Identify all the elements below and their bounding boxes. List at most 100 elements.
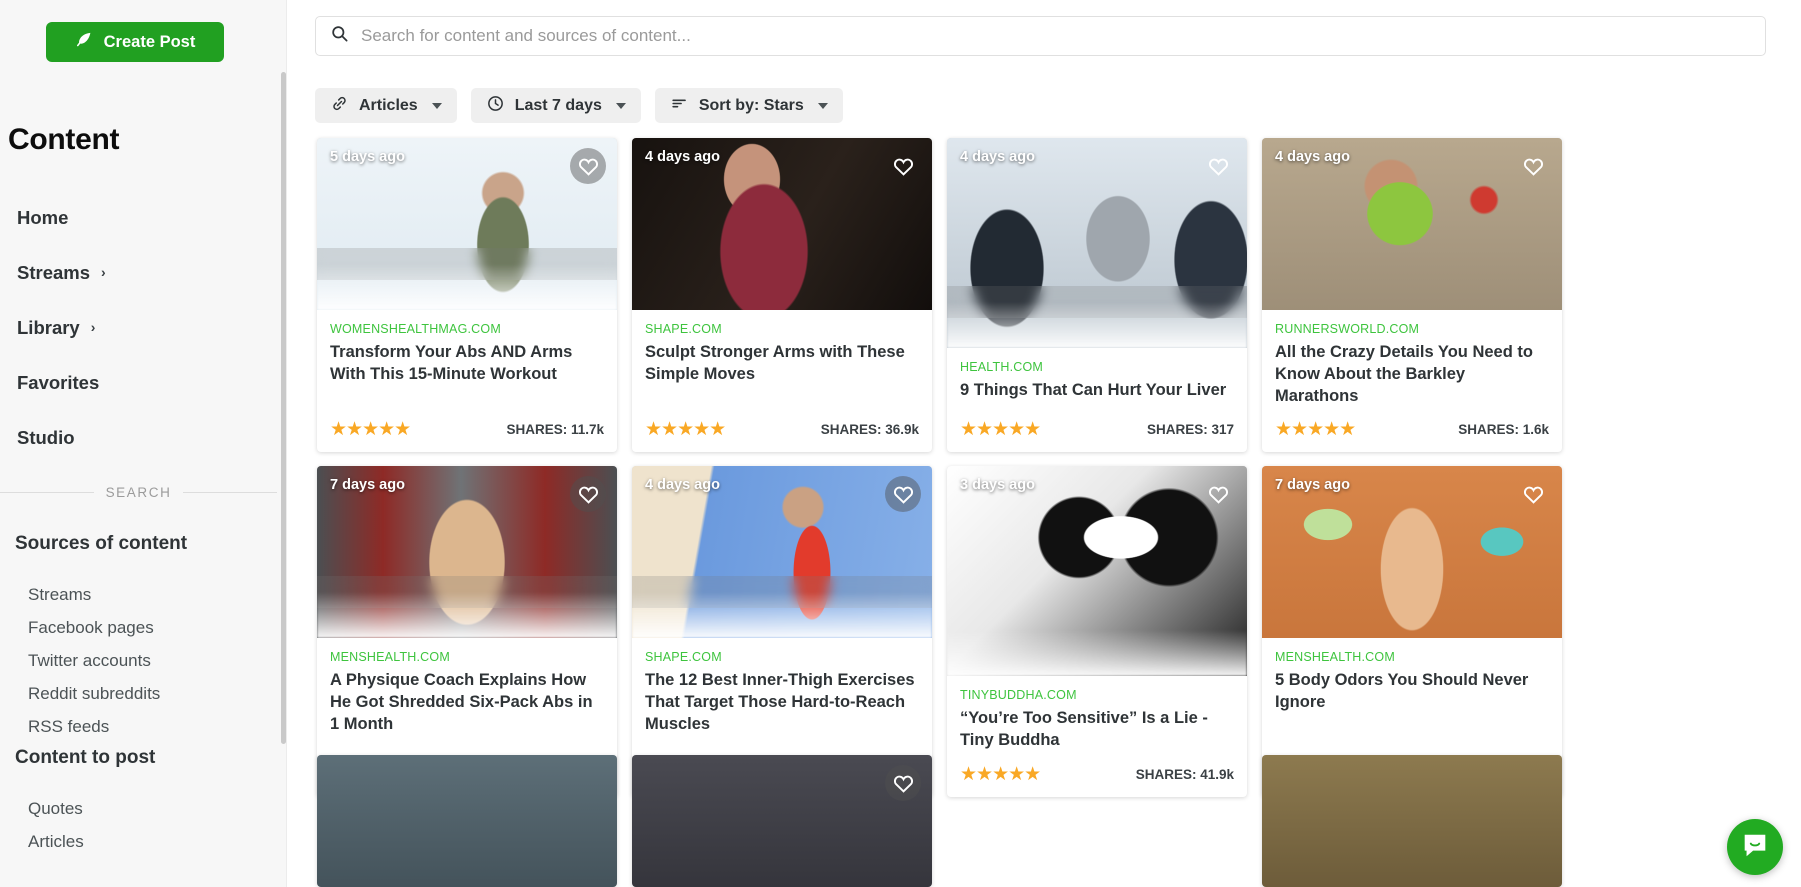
card-thumbnail: 4 days ago — [947, 138, 1247, 348]
sidebar-item-quotes[interactable]: Quotes — [0, 792, 286, 825]
nav-label: Favorites — [17, 371, 100, 393]
content-card[interactable]: 3 days ago TINYBUDDHA.COM “You’re Too Se… — [947, 466, 1247, 797]
content-card[interactable] — [1262, 755, 1562, 887]
sidebar-item-source-reddit-subreddits[interactable]: Reddit subreddits — [0, 677, 286, 710]
card-footer: ★★★★★ SHARES: 1.6k — [1262, 407, 1562, 452]
favorite-heart-icon[interactable] — [570, 148, 606, 184]
card-thumbnail: 4 days ago — [632, 138, 932, 310]
card-body: MENSHEALTH.COM A Physique Coach Explains… — [317, 638, 617, 752]
sidebar-item-articles[interactable]: Articles — [0, 825, 286, 858]
content-card[interactable]: 5 days ago WOMENSHEALTHMAG.COM Transform… — [317, 138, 617, 453]
card-body: HEALTH.COM 9 Things That Can Hurt Your L… — [947, 348, 1247, 407]
sub-label: Streams — [28, 584, 92, 604]
search-bar[interactable] — [315, 16, 1766, 56]
filter-date-range-button[interactable]: Last 7 days — [470, 88, 641, 123]
card-body: TINYBUDDHA.COM “You’re Too Sensitive” Is… — [947, 676, 1247, 752]
divider-line-right — [183, 492, 277, 493]
card-age-badge: 4 days ago — [1275, 149, 1350, 165]
sidebar-item-source-twitter-accounts[interactable]: Twitter accounts — [0, 644, 286, 677]
sidebar-item-streams[interactable]: Streams › — [0, 245, 286, 300]
card-body: RUNNERSWORLD.COM All the Crazy Details Y… — [1262, 310, 1562, 407]
card-body: SHAPE.COM The 12 Best Inner-Thigh Exerci… — [632, 638, 932, 752]
card-headline: “You’re Too Sensitive” Is a Lie - Tiny B… — [960, 709, 1208, 750]
favorite-heart-icon[interactable] — [1515, 148, 1551, 184]
main-content: Articles Last 7 days Sort by: — [287, 0, 1801, 887]
create-post-label: Create Post — [103, 32, 196, 51]
chat-bubble-icon — [1740, 830, 1770, 865]
chevron-right-icon: › — [90, 318, 96, 335]
sidebar-item-favorites[interactable]: Favorites — [0, 355, 286, 410]
card-thumbnail — [1262, 755, 1562, 887]
card-source: MENSHEALTH.COM — [330, 650, 450, 665]
card-source: TINYBUDDHA.COM — [960, 688, 1077, 703]
card-age-badge: 7 days ago — [1275, 477, 1350, 494]
sub-label: Articles — [28, 831, 84, 851]
chevron-down-icon — [615, 102, 626, 109]
primary-nav: Home Streams › Library › Favorites Studi… — [0, 190, 286, 465]
favorite-heart-icon[interactable] — [1200, 148, 1236, 184]
content-card[interactable]: 7 days ago MENSHEALTH.COM A Physique Coa… — [317, 466, 617, 797]
filter-content-type-button[interactable]: Articles — [315, 88, 457, 123]
content-card[interactable]: 4 days ago RUNNERSWORLD.COM All the Craz… — [1262, 138, 1562, 453]
card-footer: ★★★★★ SHARES: 36.9k — [632, 407, 932, 452]
card-thumbnail — [632, 755, 932, 887]
card-source: WOMENSHEALTHMAG.COM — [330, 322, 501, 336]
card-age-badge: 3 days ago — [960, 477, 1035, 494]
thumbnail-image — [1262, 755, 1562, 887]
content-card[interactable]: 4 days ago SHAPE.COM The 12 Best Inner-T… — [632, 466, 932, 797]
shares-count: SHARES: 1.6k — [1458, 422, 1549, 438]
card-body: SHAPE.COM Sculpt Stronger Arms with Thes… — [632, 310, 932, 407]
sidebar-scrollbar[interactable] — [281, 72, 286, 744]
content-card[interactable] — [317, 755, 617, 887]
chat-widget-button[interactable] — [1727, 819, 1783, 875]
sidebar-item-studio[interactable]: Studio — [0, 410, 286, 465]
sidebar-item-source-streams[interactable]: Streams — [0, 578, 286, 611]
sidebar-item-source-rss-feeds[interactable]: RSS feeds — [0, 710, 286, 743]
sidebar-item-source-facebook-pages[interactable]: Facebook pages — [0, 611, 286, 644]
star-rating: ★★★★★ — [330, 419, 411, 441]
card-thumbnail: 3 days ago — [947, 466, 1247, 677]
content-card[interactable]: 4 days ago SHAPE.COM Sculpt Stronger Arm… — [632, 138, 932, 453]
card-body: MENSHEALTH.COM 5 Body Odors You Should N… — [1262, 638, 1562, 752]
nav-label: Home — [17, 206, 69, 228]
content-card[interactable]: 4 days ago HEALTH.COM 9 Things That Can … — [947, 138, 1247, 453]
favorite-heart-icon[interactable] — [1200, 476, 1236, 512]
card-headline: The 12 Best Inner-Thigh Exercises That T… — [645, 671, 915, 733]
card-thumbnail: 4 days ago — [1262, 138, 1562, 310]
quill-icon — [75, 31, 93, 54]
filter-sort-label: Sort by: Stars — [698, 96, 804, 114]
card-footer: ★★★★★ SHARES: 11.7k — [317, 407, 617, 452]
sidebar-item-library[interactable]: Library › — [0, 300, 286, 355]
chevron-down-icon — [817, 102, 828, 109]
sidebar-item-home[interactable]: Home — [0, 190, 286, 245]
card-source: MENSHEALTH.COM — [1275, 650, 1395, 665]
card-source: SHAPE.COM — [645, 322, 722, 336]
chevron-down-icon — [431, 102, 442, 109]
create-post-button[interactable]: Create Post — [46, 22, 224, 62]
favorite-heart-icon[interactable] — [885, 765, 921, 801]
content-to-post-heading: Content to post — [15, 747, 156, 768]
card-headline: 9 Things That Can Hurt Your Liver — [960, 381, 1227, 399]
thumbnail-fade — [317, 592, 617, 639]
search-section-divider: SEARCH — [0, 485, 277, 500]
shares-count: SHARES: 11.7k — [506, 422, 604, 438]
search-input[interactable] — [361, 26, 1751, 46]
nav-label: Streams — [17, 261, 91, 283]
card-age-badge: 7 days ago — [330, 477, 405, 494]
favorite-heart-icon[interactable] — [885, 148, 921, 184]
thumbnail-fade — [947, 302, 1247, 348]
content-card[interactable] — [632, 755, 932, 887]
content-card[interactable]: 7 days ago MENSHEALTH.COM 5 Body Odors Y… — [1262, 466, 1562, 797]
card-thumbnail — [317, 755, 617, 887]
filter-sort-button[interactable]: Sort by: Stars — [654, 88, 843, 123]
card-thumbnail: 4 days ago — [632, 466, 932, 639]
page-title: Content — [8, 123, 120, 156]
search-icon — [330, 24, 349, 48]
clock-icon — [486, 94, 505, 118]
sub-label: RSS feeds — [28, 716, 110, 736]
sources-of-content-list: Streams Facebook pages Twitter accounts … — [0, 578, 286, 743]
sub-label: Facebook pages — [28, 617, 154, 637]
link-icon — [330, 94, 349, 118]
nav-label: Studio — [17, 426, 75, 448]
favorite-heart-icon[interactable] — [1515, 476, 1551, 512]
